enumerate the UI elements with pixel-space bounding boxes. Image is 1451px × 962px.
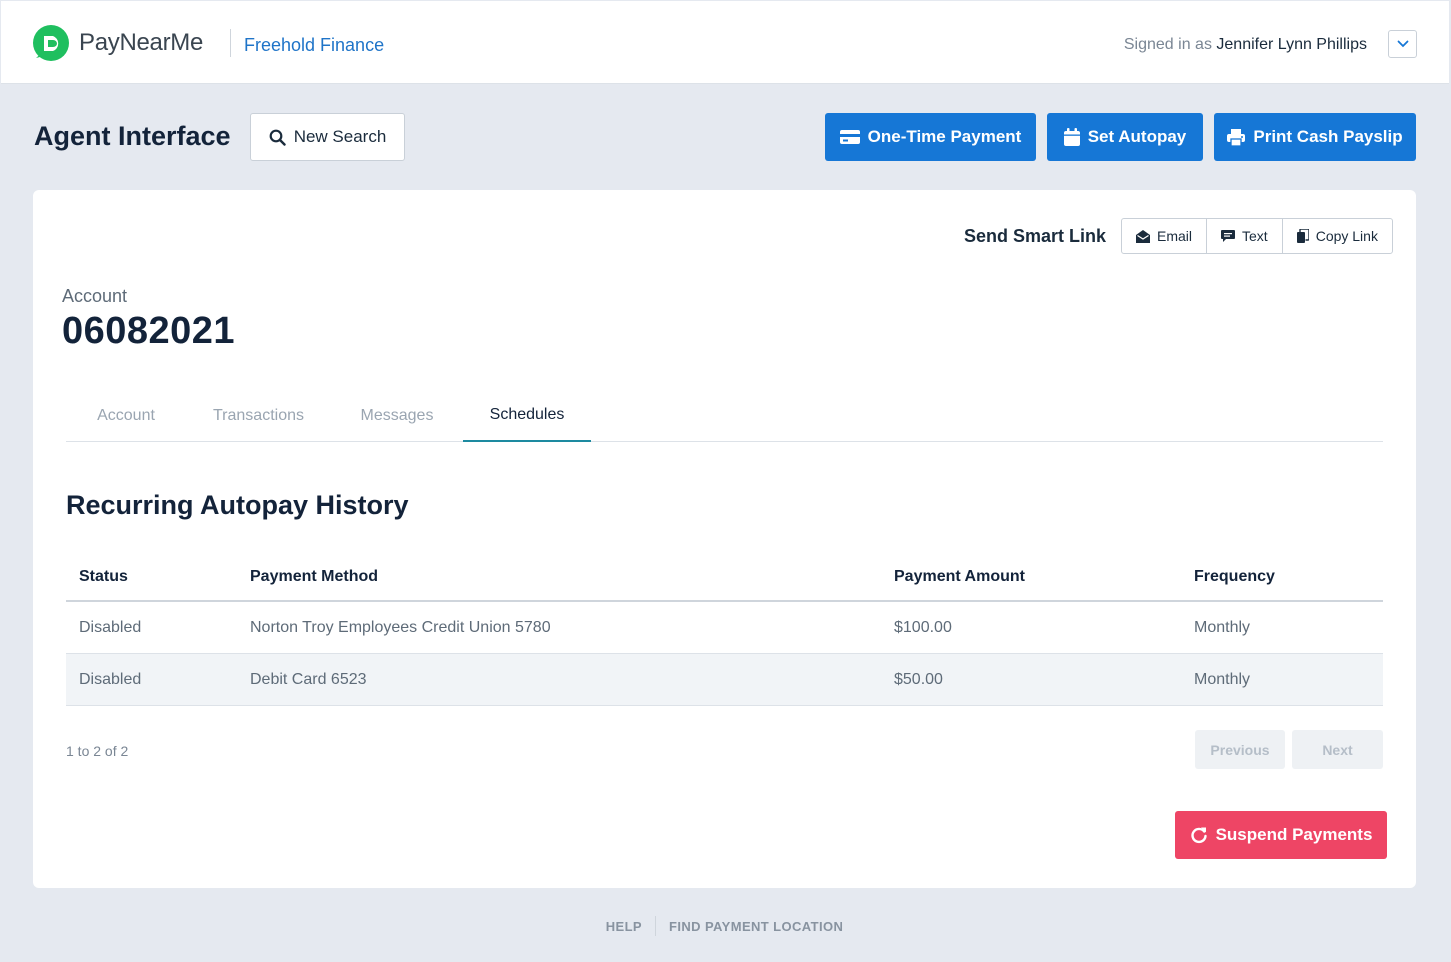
set-autopay-button[interactable]: Set Autopay <box>1047 113 1203 161</box>
one-time-payment-button[interactable]: One-Time Payment <box>825 113 1036 161</box>
footer-links: HELP FIND PAYMENT LOCATION <box>606 916 844 936</box>
smart-link-text-button[interactable]: Text <box>1207 219 1283 253</box>
column-header-frequency[interactable]: Frequency <box>1194 568 1275 586</box>
smart-link-button-group: Email Text Copy Link <box>1121 218 1393 254</box>
account-label: Account <box>62 286 128 306</box>
page-title: Agent Interface <box>34 121 231 151</box>
previous-page-button[interactable]: Previous <box>1195 730 1285 769</box>
cell-payment-amount: $50.00 <box>894 671 943 688</box>
top-header: PayNearMe Freehold Finance Signed in as … <box>1 1 1449 84</box>
account-number: 06082021 <box>62 310 236 352</box>
tab-schedules[interactable]: Schedules <box>463 390 591 442</box>
cell-status: Disabled <box>79 619 142 636</box>
message-icon <box>1221 229 1236 242</box>
user-name: Jennifer Lynn Phillips <box>1216 36 1367 53</box>
print-cash-payslip-button[interactable]: Print Cash Payslip <box>1214 113 1416 161</box>
redo-icon <box>1190 827 1207 844</box>
footer-divider <box>655 916 656 936</box>
new-search-label: New Search <box>293 127 387 146</box>
section-title: Recurring Autopay History <box>66 490 409 520</box>
smart-link-email-label: Email <box>1157 228 1193 244</box>
footer-find-location-link[interactable]: FIND PAYMENT LOCATION <box>669 919 843 934</box>
table-row: Disabled Norton Troy Employees Credit Un… <box>66 602 1383 654</box>
smart-link-email-button[interactable]: Email <box>1122 219 1208 253</box>
account-tabs: Account Transactions Messages Schedules <box>66 390 1383 442</box>
footer-help-link[interactable]: HELP <box>606 919 642 934</box>
table-row: Disabled Debit Card 6523 $50.00 Monthly <box>66 654 1383 706</box>
tab-messages[interactable]: Messages <box>331 390 463 442</box>
smart-link-copy-button[interactable]: Copy Link <box>1283 219 1392 253</box>
smart-link-copy-label: Copy Link <box>1315 228 1378 244</box>
cell-payment-amount: $100.00 <box>894 619 952 636</box>
suspend-payments-label: Suspend Payments <box>1215 825 1373 844</box>
paynearme-logo-icon <box>33 25 69 61</box>
signed-in-text: Signed in as Jennifer Lynn Phillips <box>1124 36 1367 54</box>
printer-icon <box>1227 128 1246 146</box>
signed-in-prefix: Signed in as <box>1123 36 1212 53</box>
chevron-down-icon <box>1397 40 1408 48</box>
account-card: Send Smart Link Email Text Copy Link Acc… <box>33 190 1416 888</box>
column-header-status[interactable]: Status <box>79 568 128 586</box>
paynearme-logo[interactable]: PayNearMe <box>33 25 203 61</box>
header-divider <box>230 29 231 57</box>
user-menu-button[interactable] <box>1388 30 1417 58</box>
column-header-payment-method[interactable]: Payment Method <box>250 568 378 586</box>
next-page-button[interactable]: Next <box>1292 730 1383 769</box>
column-header-payment-amount[interactable]: Payment Amount <box>894 568 1025 586</box>
cell-payment-method: Norton Troy Employees Credit Union 5780 <box>250 619 551 636</box>
suspend-payments-button[interactable]: Suspend Payments <box>1175 811 1387 859</box>
set-autopay-label: Set Autopay <box>1087 127 1187 146</box>
autopay-history-table: Status Payment Method Payment Amount Fre… <box>66 550 1383 706</box>
credit-card-icon <box>839 130 860 144</box>
new-search-button[interactable]: New Search <box>250 113 405 161</box>
page-footer: HELP FIND PAYMENT LOCATION <box>0 916 1451 936</box>
one-time-payment-label: One-Time Payment <box>867 127 1022 146</box>
print-payslip-label: Print Cash Payslip <box>1253 127 1403 146</box>
cell-status: Disabled <box>79 671 142 688</box>
copy-icon <box>1296 229 1309 243</box>
cell-payment-method: Debit Card 6523 <box>250 671 367 688</box>
cell-frequency: Monthly <box>1194 671 1251 688</box>
smart-link-label: Send Smart Link <box>964 226 1107 246</box>
search-icon <box>269 129 286 146</box>
tab-transactions[interactable]: Transactions <box>186 390 331 442</box>
merchant-name: Freehold Finance <box>244 35 385 55</box>
pagination-info: 1 to 2 of 2 <box>66 743 129 759</box>
table-header: Status Payment Method Payment Amount Fre… <box>66 550 1383 602</box>
envelope-icon <box>1136 229 1150 243</box>
cell-frequency: Monthly <box>1194 619 1251 636</box>
brand-name: PayNearMe <box>79 29 204 56</box>
tab-account[interactable]: Account <box>66 390 186 442</box>
calendar-icon <box>1063 128 1080 146</box>
smart-link-text-label: Text <box>1242 228 1268 244</box>
